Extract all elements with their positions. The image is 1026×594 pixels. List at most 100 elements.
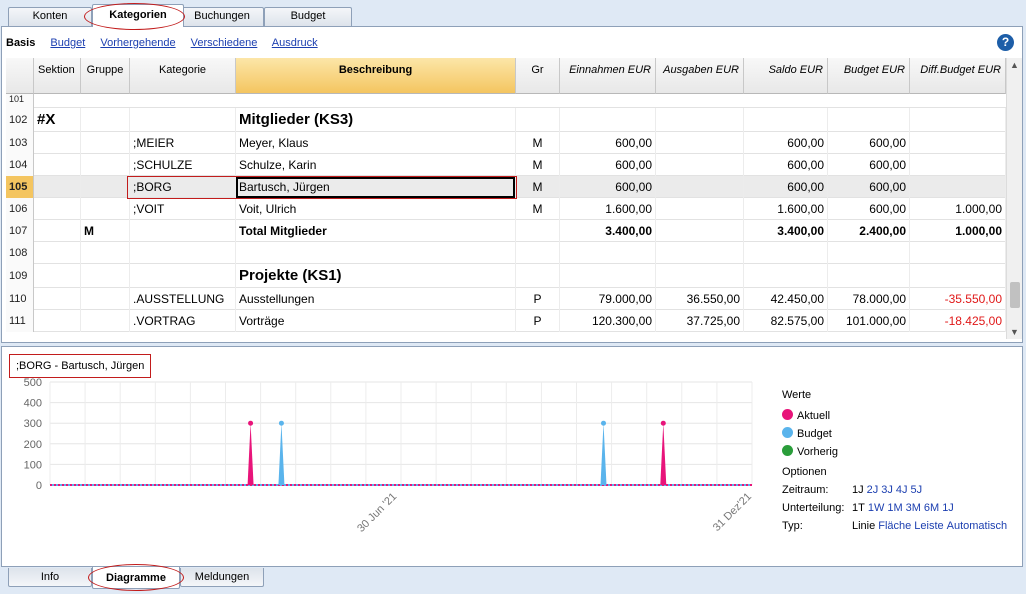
cell-sektion[interactable] [34,176,81,198]
cell-sektion[interactable] [34,154,81,176]
view-budget[interactable]: Budget [50,37,85,49]
cell-beschreibung[interactable] [236,242,516,264]
cell-sektion[interactable] [34,288,81,310]
cell-gr[interactable]: M [516,176,560,198]
cell-gruppe[interactable]: M [81,220,130,242]
cell-kategorie[interactable]: ;VOIT [130,198,236,220]
cell-beschreibung[interactable]: Ausstellungen [236,288,516,310]
cell-diff[interactable] [910,242,1006,264]
cell-saldo[interactable]: 600,00 [744,154,828,176]
cell-diff[interactable] [910,154,1006,176]
option-typ-leiste[interactable]: Leiste [914,520,943,532]
cell-budget[interactable]: 600,00 [828,176,910,198]
cell-ausgaben[interactable] [656,220,744,242]
cell-einnahmen[interactable] [560,264,656,288]
cell-kategorie[interactable] [130,264,236,288]
cell-gr[interactable]: P [516,310,560,332]
scrollbar-thumb[interactable] [1010,282,1020,308]
cell-beschreibung[interactable]: Mitglieder (KS3) [236,108,516,132]
table-row[interactable]: 111 .VORTRAG Vorträge P 120.300,00 37.725,00 8… [6,310,1006,332]
view-verschiedene[interactable]: Verschiedene [191,37,258,49]
column-header-ausgaben[interactable]: Ausgaben EUR [656,58,744,94]
table-row-partial[interactable]: 101 [6,94,1006,108]
option-zeitraum-1j[interactable]: 1J [852,484,864,496]
table-row[interactable]: 103 ;MEIER Meyer, Klaus M 600,00 600,00 600,00 [6,132,1006,154]
cell-budget[interactable] [828,108,910,132]
tab-meldungen[interactable]: Meldungen [180,568,264,587]
view-ausdruck[interactable]: Ausdruck [272,37,318,49]
tab-budget[interactable]: Budget [264,7,352,26]
option-unterteilung-1m[interactable]: 1M [887,502,902,514]
cell-gruppe[interactable] [81,108,130,132]
help-icon[interactable]: ? [997,34,1014,51]
cell-sektion[interactable] [34,132,81,154]
cell-kategorie[interactable] [130,108,236,132]
cell-beschreibung[interactable]: Schulze, Karin [236,154,516,176]
cell-gr[interactable] [516,220,560,242]
cell-einnahmen[interactable]: 600,00 [560,176,656,198]
cell-saldo[interactable] [744,242,828,264]
cell-beschreibung[interactable]: Total Mitglieder [236,220,516,242]
cell-ausgaben[interactable] [656,198,744,220]
cell-einnahmen[interactable]: 79.000,00 [560,288,656,310]
cell-einnahmen[interactable]: 3.400,00 [560,220,656,242]
scroll-up-arrow-icon[interactable]: ▲ [1007,58,1022,72]
column-header-diff-budget[interactable]: Diff.Budget EUR [910,58,1006,94]
table-row[interactable]: 104 ;SCHULZE Schulze, Karin M 600,00 600,00 60… [6,154,1006,176]
cell-diff[interactable] [910,108,1006,132]
cell-beschreibung[interactable]: Voit, Ulrich [236,198,516,220]
cell-gr[interactable] [516,242,560,264]
option-unterteilung-3m[interactable]: 3M [906,502,921,514]
column-header-gruppe[interactable]: Gruppe [81,58,130,94]
option-zeitraum-2j[interactable]: 2J [867,484,879,496]
tab-kategorien[interactable]: Kategorien [92,4,184,27]
cell-budget[interactable] [828,242,910,264]
cell-diff[interactable]: -18.425,00 [910,310,1006,332]
cell-diff[interactable] [910,132,1006,154]
cell-einnahmen[interactable] [560,108,656,132]
tab-diagramme[interactable]: Diagramme [92,567,180,589]
cell-sektion[interactable] [34,198,81,220]
cell-ausgaben[interactable] [656,176,744,198]
cell-einnahmen[interactable]: 600,00 [560,154,656,176]
cell-beschreibung[interactable]: Projekte (KS1) [236,264,516,288]
option-zeitraum-5j[interactable]: 5J [911,484,923,496]
cell-ausgaben[interactable]: 36.550,00 [656,288,744,310]
cell-sektion[interactable]: #X [34,108,81,132]
cell-kategorie[interactable]: ;MEIER [130,132,236,154]
cell-budget[interactable]: 101.000,00 [828,310,910,332]
cell-saldo[interactable] [744,108,828,132]
column-header-sektion[interactable]: Sektion [34,58,81,94]
cell-saldo[interactable]: 600,00 [744,132,828,154]
option-unterteilung-1j[interactable]: 1J [942,502,954,514]
cell-kategorie[interactable]: ;SCHULZE [130,154,236,176]
cell-einnahmen[interactable] [560,242,656,264]
cell-gruppe[interactable] [81,264,130,288]
option-zeitraum-4j[interactable]: 4J [896,484,908,496]
option-unterteilung-1t[interactable]: 1T [852,502,865,514]
cell-gruppe[interactable] [81,198,130,220]
cell-ausgaben[interactable] [656,132,744,154]
option-typ-linie[interactable]: Linie [852,520,875,532]
cell-diff[interactable] [910,176,1006,198]
tab-konten[interactable]: Konten [8,7,92,26]
option-unterteilung-1w[interactable]: 1W [868,502,885,514]
legend-item-vorherig[interactable]: Vorherig [782,443,838,461]
cell-ausgaben[interactable] [656,264,744,288]
cell-ausgaben[interactable]: 37.725,00 [656,310,744,332]
cell-kategorie[interactable]: .AUSSTELLUNG [130,288,236,310]
cell-ausgaben[interactable] [656,108,744,132]
cell-diff[interactable]: 1.000,00 [910,220,1006,242]
cell-einnahmen[interactable]: 600,00 [560,132,656,154]
cell-diff[interactable]: 1.000,00 [910,198,1006,220]
cell-einnahmen[interactable]: 120.300,00 [560,310,656,332]
table-row[interactable]: 102 #X Mitglieder (KS3) [6,108,1006,132]
legend-item-budget[interactable]: Budget [782,425,838,443]
table-row[interactable]: 109 Projekte (KS1) [6,264,1006,288]
column-header-kategorie[interactable]: Kategorie [130,58,236,94]
cell-gruppe[interactable] [81,242,130,264]
table-row[interactable]: 106 ;VOIT Voit, Ulrich M 1.600,00 1.600,00 600… [6,198,1006,220]
cell-saldo[interactable]: 3.400,00 [744,220,828,242]
column-header-gr[interactable]: Gr [516,58,560,94]
cell-gr[interactable]: M [516,154,560,176]
